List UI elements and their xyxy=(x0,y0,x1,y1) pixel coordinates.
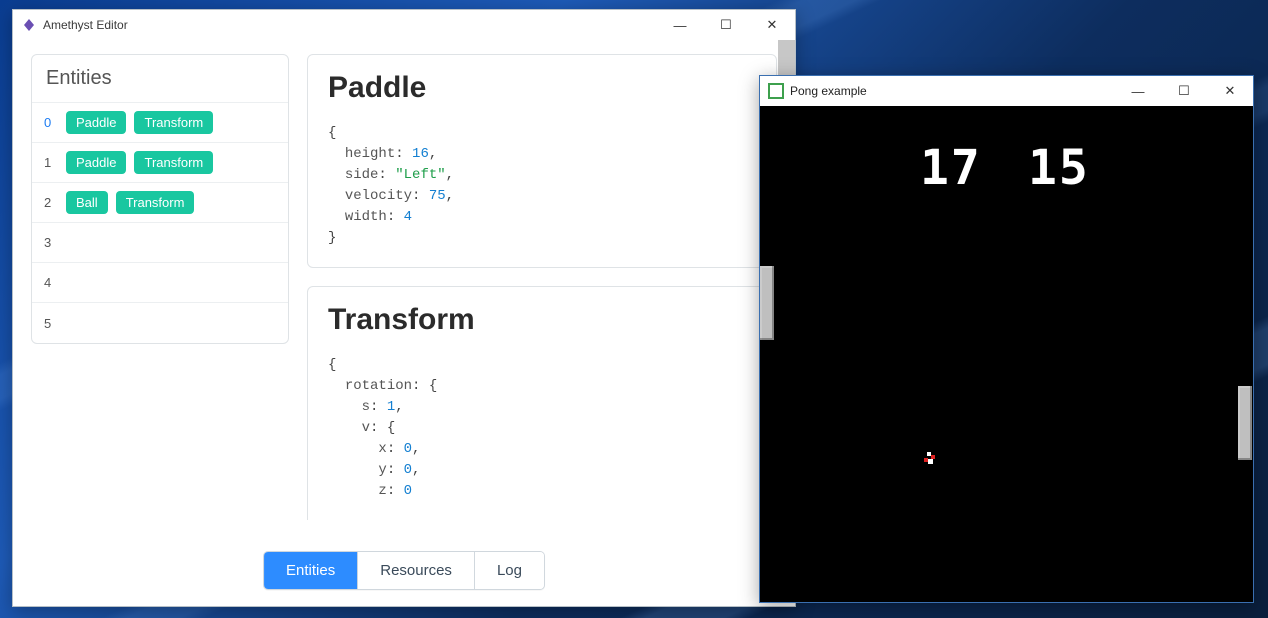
entity-index: 0 xyxy=(44,115,58,130)
pong-window: Pong example — ☐ ✕ 17 15 xyxy=(759,75,1254,603)
editor-window: Amethyst Editor — ☐ ✕ Entities 0 Paddle Tr… xyxy=(12,9,796,607)
component-tag[interactable]: Transform xyxy=(116,191,195,214)
component-tag[interactable]: Ball xyxy=(66,191,108,214)
entity-row[interactable]: 1 Paddle Transform xyxy=(32,143,288,183)
paddle-right xyxy=(1238,386,1252,460)
entities-heading: Entities xyxy=(32,55,288,103)
entity-row[interactable]: 0 Paddle Transform xyxy=(32,103,288,143)
editor-titlebar[interactable]: Amethyst Editor — ☐ ✕ xyxy=(13,10,795,40)
tab-entities[interactable]: Entities xyxy=(264,552,358,589)
entity-index: 4 xyxy=(44,275,58,290)
component-data: { rotation: { s: 1, v: { x: 0, y: 0, z: … xyxy=(328,355,756,502)
component-tag[interactable]: Transform xyxy=(134,151,213,174)
maximize-button[interactable]: ☐ xyxy=(1161,76,1207,106)
entity-index: 1 xyxy=(44,155,58,170)
paddle-left xyxy=(760,266,774,340)
pong-titlebar[interactable]: Pong example — ☐ ✕ xyxy=(760,76,1253,106)
entity-row[interactable]: 4 xyxy=(32,263,288,303)
minimize-button[interactable]: — xyxy=(1115,76,1161,106)
entity-row[interactable]: 3 xyxy=(32,223,288,263)
pong-title: Pong example xyxy=(790,84,867,98)
component-tag[interactable]: Transform xyxy=(134,111,213,134)
pong-app-icon xyxy=(768,83,784,99)
editor-title: Amethyst Editor xyxy=(43,18,128,32)
pong-game-canvas: 17 15 xyxy=(760,106,1253,602)
component-tag[interactable]: Paddle xyxy=(66,151,126,174)
entity-index: 5 xyxy=(44,316,58,331)
component-card: Paddle { height: 16, side: "Left", veloci… xyxy=(307,54,777,268)
component-cards: Paddle { height: 16, side: "Left", veloci… xyxy=(307,54,777,606)
score-right: 15 xyxy=(1028,140,1090,196)
close-button[interactable]: ✕ xyxy=(1207,76,1253,106)
entity-index: 3 xyxy=(44,235,58,250)
component-tag[interactable]: Paddle xyxy=(66,111,126,134)
minimize-button[interactable]: — xyxy=(657,10,703,40)
ball xyxy=(924,452,938,466)
tab-resources[interactable]: Resources xyxy=(358,552,475,589)
window-controls: — ☐ ✕ xyxy=(657,10,795,40)
component-data: { height: 16, side: "Left", velocity: 75… xyxy=(328,123,756,249)
component-title: Transform xyxy=(328,303,756,337)
close-button[interactable]: ✕ xyxy=(749,10,795,40)
maximize-button[interactable]: ☐ xyxy=(703,10,749,40)
entity-index: 2 xyxy=(44,195,58,210)
app-logo-icon xyxy=(21,17,37,33)
component-title: Paddle xyxy=(328,71,756,105)
editor-body: Entities 0 Paddle Transform 1 Paddle Transfor… xyxy=(13,40,795,606)
bottom-tabs: EntitiesResourcesLog xyxy=(263,551,545,590)
entity-row[interactable]: 5 xyxy=(32,303,288,343)
window-controls: — ☐ ✕ xyxy=(1115,76,1253,106)
tab-log[interactable]: Log xyxy=(475,552,544,589)
entities-panel: Entities 0 Paddle Transform 1 Paddle Transfor… xyxy=(31,54,289,344)
component-card: Transform { rotation: { s: 1, v: { x: 0, … xyxy=(307,286,777,520)
score-left: 17 xyxy=(920,140,982,196)
entity-row[interactable]: 2 Ball Transform xyxy=(32,183,288,223)
